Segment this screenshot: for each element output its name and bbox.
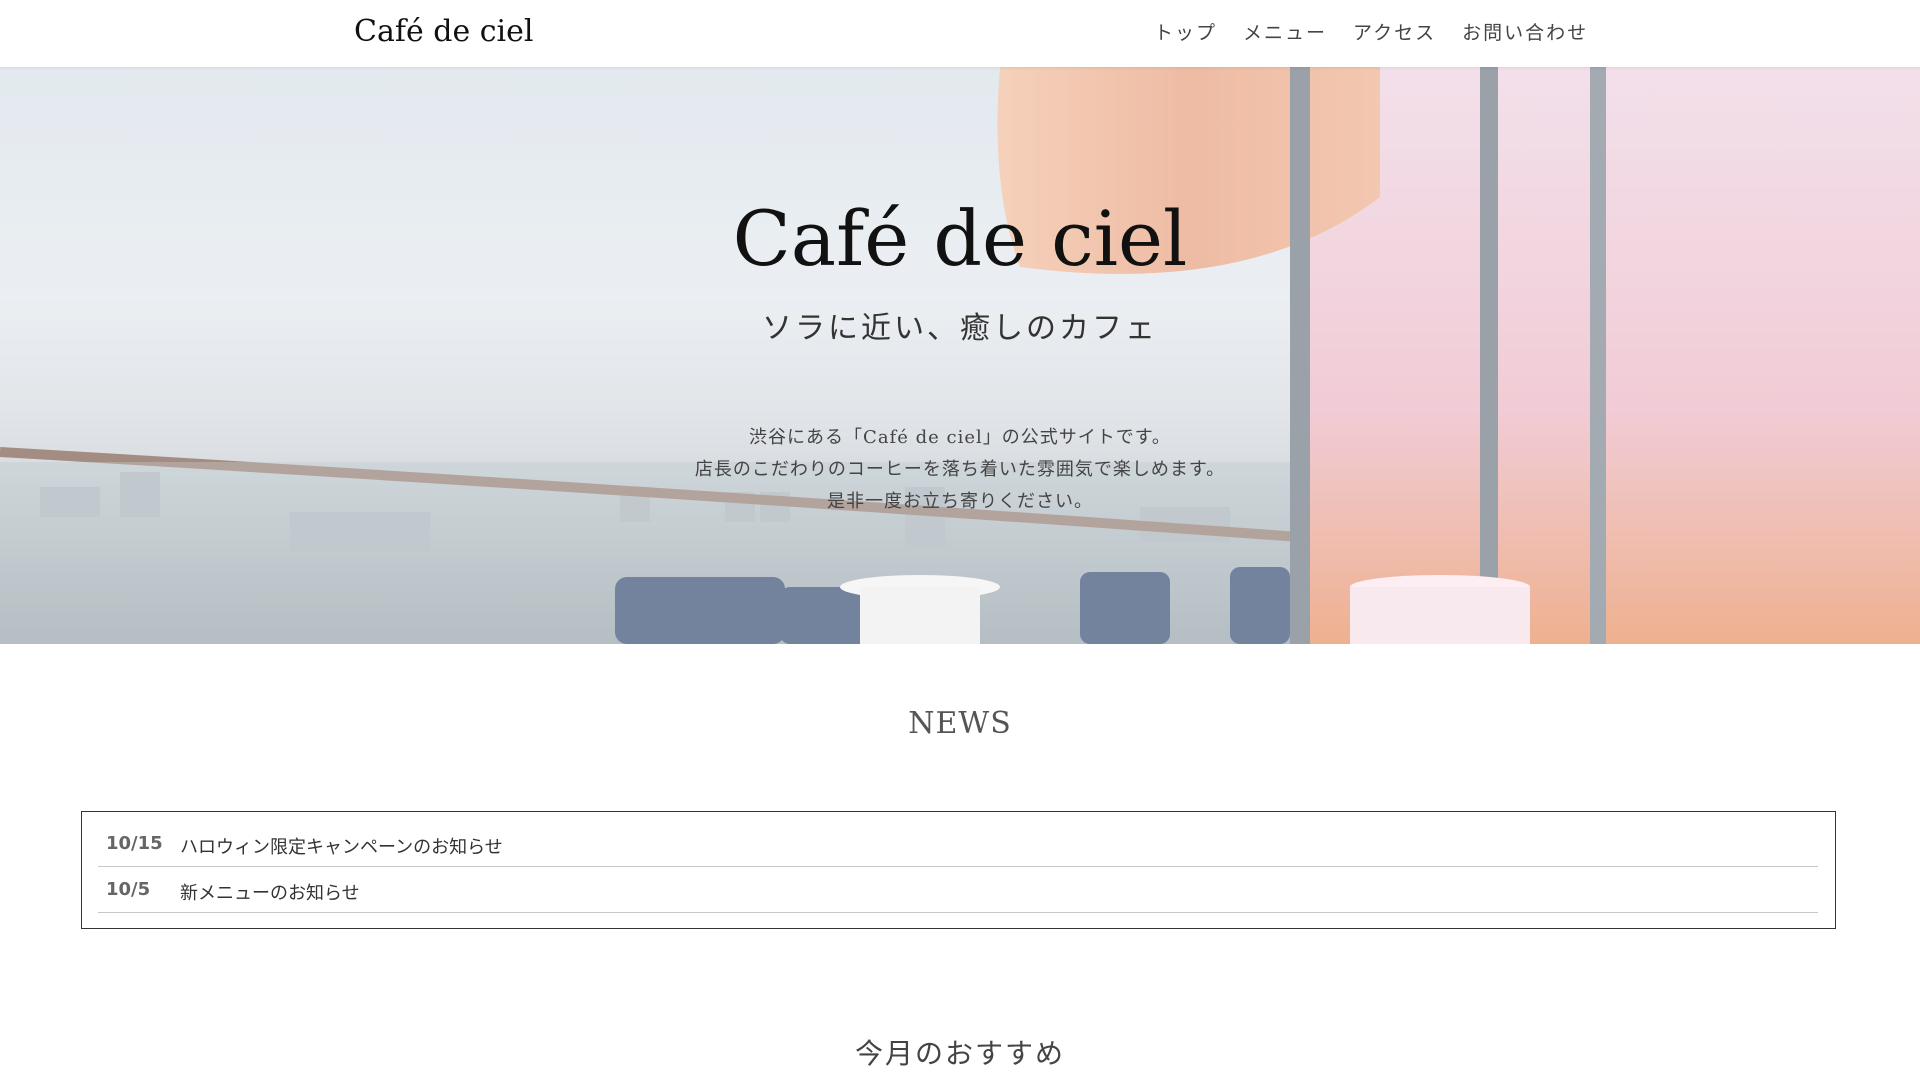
hero-title: Café de ciel [732,194,1188,283]
nav-item-menu[interactable]: メニュー [1243,18,1327,45]
hero-background-image [0,67,1920,644]
main-nav: トップ メニュー アクセス お問い合わせ [1154,18,1588,45]
news-item[interactable]: 10/15 ハロウィン限定キャンペーンのお知らせ [98,822,1818,867]
hero-description-line: 是非一度お立ち寄りください。 [827,491,1093,512]
news-item[interactable]: 10/5 新メニューのお知らせ [98,868,1818,913]
news-list: 10/15 ハロウィン限定キャンペーンのお知らせ 10/5 新メニューのお知らせ [81,811,1836,929]
news-text[interactable]: 新メニューのお知らせ [180,879,360,905]
hero-description-line: 渋谷にある「Café de ciel」の公式サイトです。 [749,427,1171,448]
hero-section: Café de ciel ソラに近い、癒しのカフェ 渋谷にある「Café de … [0,67,1920,644]
news-date: 10/15 [106,833,163,854]
news-text[interactable]: ハロウィン限定キャンペーンのお知らせ [180,833,503,859]
news-date: 10/5 [106,879,151,900]
hero-description-line: 店長のこだわりのコーヒーを落ち着いた雰囲気で楽しめます。 [694,459,1226,480]
nav-item-access[interactable]: アクセス [1353,18,1436,45]
site-header: Café de ciel トップ メニュー アクセス お問い合わせ [0,0,1920,67]
hero-description: 渋谷にある「Café de ciel」の公式サイトです。 店長のこだわりのコーヒ… [0,422,1920,518]
nav-item-contact[interactable]: お問い合わせ [1462,18,1588,45]
news-heading: NEWS [908,706,1012,741]
hero-subtitle: ソラに近い、癒しのカフェ [762,311,1158,346]
nav-item-top[interactable]: トップ [1154,18,1217,45]
site-logo[interactable]: Café de ciel [354,14,533,49]
recommend-heading: 今月のおすすめ [854,1037,1065,1070]
